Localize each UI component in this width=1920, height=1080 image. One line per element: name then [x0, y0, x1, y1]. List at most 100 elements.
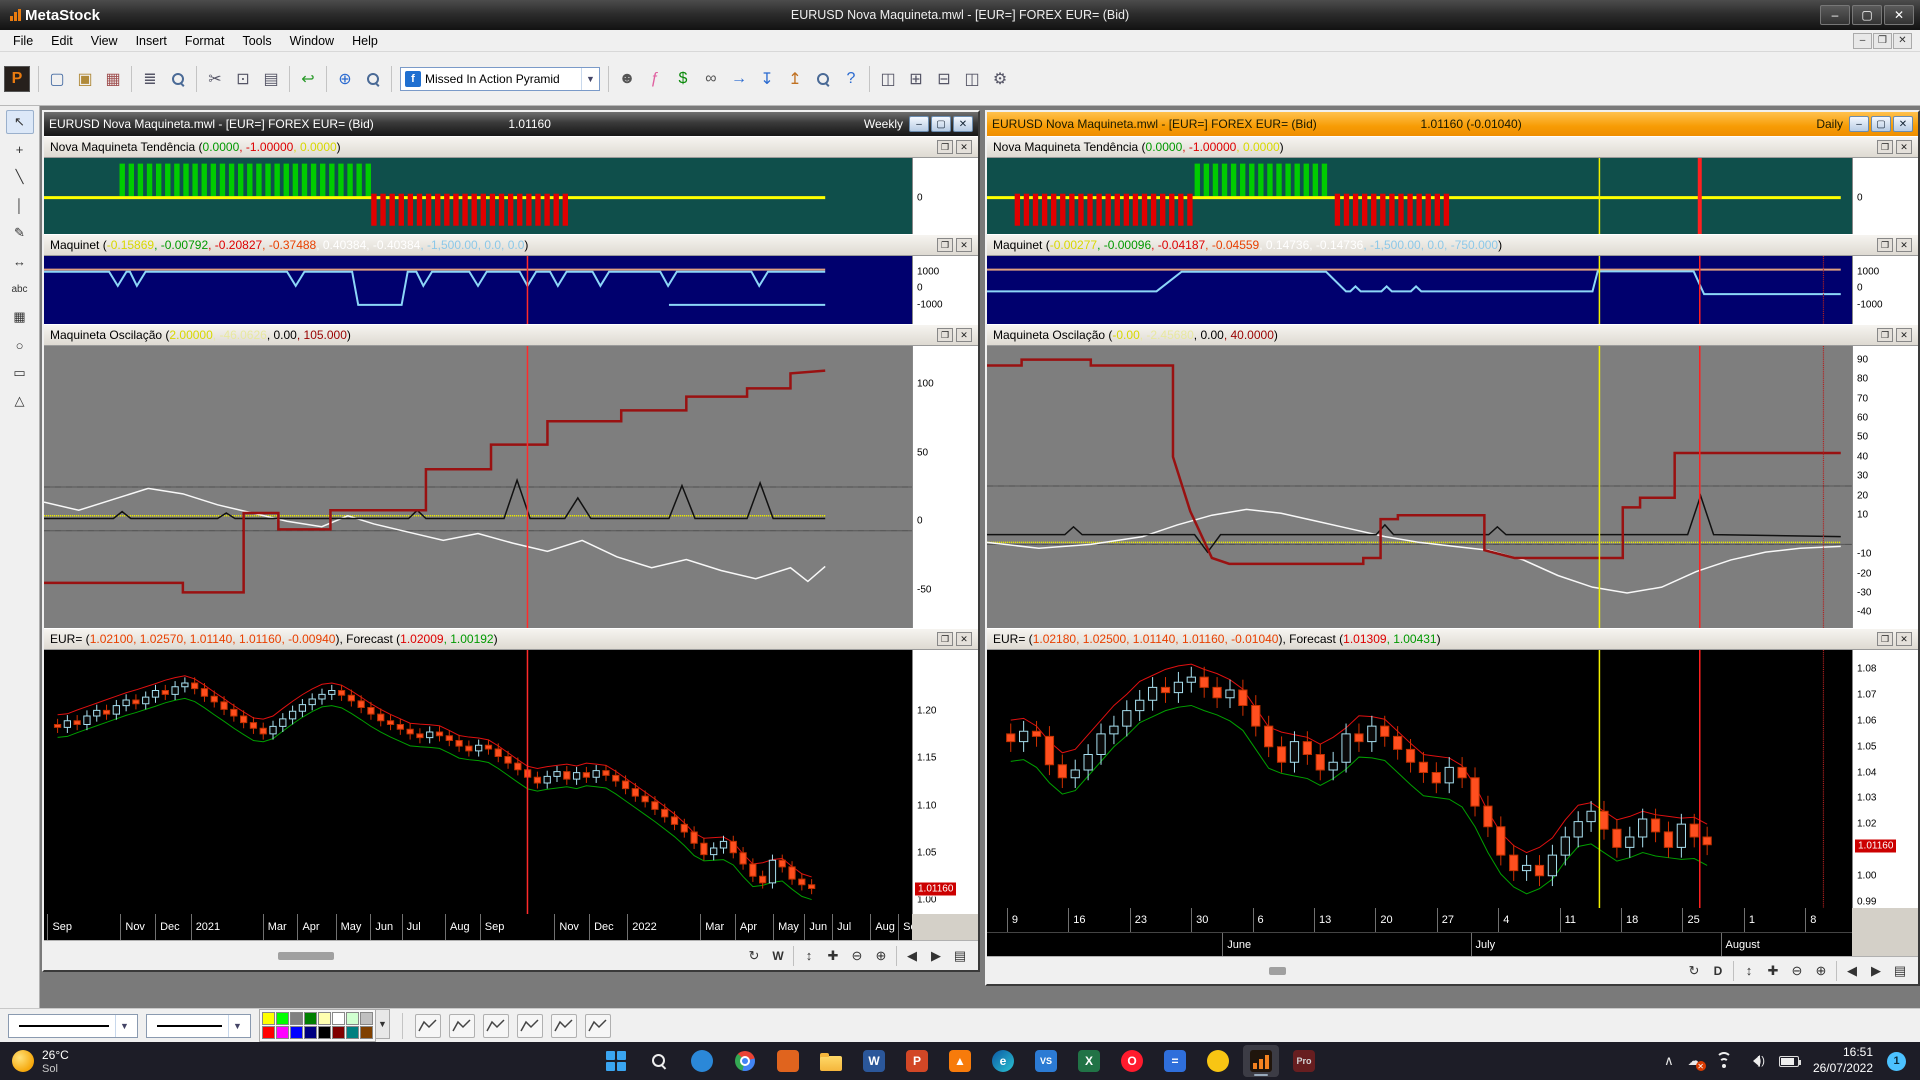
pane-close-button[interactable]: ✕	[1896, 140, 1912, 154]
daily-vertical-scale-button[interactable]: ↕	[1737, 960, 1761, 982]
tray-clock[interactable]: 16:51 26/07/2022	[1813, 1045, 1873, 1076]
daily-pan-button[interactable]: ✚	[1761, 960, 1785, 982]
expert-advisor-button[interactable]: ∞	[697, 65, 725, 93]
chart-plot[interactable]	[987, 158, 1852, 234]
pattern-3-button[interactable]	[483, 1014, 509, 1038]
pane-header[interactable]: Nova Maquineta Tendência ( 0.0000, -1.00…	[44, 136, 978, 158]
edge-icon[interactable]: e	[985, 1045, 1021, 1077]
indicator-builder-button[interactable]: ƒ	[641, 65, 669, 93]
ellipse-tool[interactable]: ○	[6, 332, 34, 358]
pane-close-button[interactable]: ✕	[956, 632, 972, 646]
weekly-vertical-scale-button[interactable]: ↕	[797, 945, 821, 967]
chart-scrollbar-thumb[interactable]	[1269, 967, 1286, 975]
line-style-select-1[interactable]: ▼	[8, 1014, 138, 1038]
crosshair-pointer-button[interactable]: ⊕	[331, 65, 359, 93]
color-swatch[interactable]	[262, 1026, 275, 1039]
menu-format[interactable]: Format	[176, 32, 234, 50]
tray-chevron-icon[interactable]: ∧	[1664, 1053, 1674, 1069]
chart-canvas[interactable]	[44, 650, 912, 914]
pane-header[interactable]: Maquineta Oscilação ( 2.00000, -46.0626,…	[44, 324, 978, 346]
onedrive-icon[interactable]: ☁✕	[1688, 1053, 1701, 1069]
daily-date-axis[interactable]: 91623306132027411182518	[987, 908, 1852, 932]
chart-scrollbar-thumb[interactable]	[278, 952, 333, 960]
new-chart-button[interactable]: ▢	[43, 65, 71, 93]
print-preview-button[interactable]	[164, 65, 192, 93]
daily-close-button[interactable]: ✕	[1893, 116, 1913, 132]
color-swatch[interactable]	[318, 1026, 331, 1039]
copy-button[interactable]: ⊡	[229, 65, 257, 93]
forward-button[interactable]: →	[725, 65, 753, 93]
chart-canvas[interactable]	[44, 346, 912, 628]
context-help-button[interactable]: ?	[837, 65, 865, 93]
menu-file[interactable]: File	[4, 32, 42, 50]
chevron-down-icon[interactable]: ▼	[115, 1015, 133, 1037]
menu-view[interactable]: View	[82, 32, 127, 50]
maximize-button[interactable]: ▢	[1852, 5, 1882, 25]
color-swatch[interactable]	[332, 1026, 345, 1039]
tile-horizontal-button[interactable]: ⊟	[930, 65, 958, 93]
daily-zoom-out-button[interactable]: ⊖	[1785, 960, 1809, 982]
weekly-scroll-right-button[interactable]: ▶	[924, 945, 948, 967]
system-tester-button[interactable]: $	[669, 65, 697, 93]
excel-icon[interactable]: X	[1071, 1045, 1107, 1077]
pattern-1-button[interactable]	[415, 1014, 441, 1038]
pane-restore-button[interactable]: ❐	[1877, 328, 1893, 342]
weekly-maximize-button[interactable]: ▢	[931, 116, 951, 132]
calculator-icon[interactable]: =	[1157, 1045, 1193, 1077]
pane-header[interactable]: EUR= ( 1.02100, 1.02570, 1.01140, 1.0116…	[44, 628, 978, 650]
search-button[interactable]	[641, 1045, 677, 1077]
chart-canvas[interactable]	[987, 346, 1852, 628]
daily-periodicity-button[interactable]: D	[1706, 960, 1730, 982]
weekly-periodicity-button[interactable]: W	[766, 945, 790, 967]
close-button[interactable]: ✕	[1884, 5, 1914, 25]
color-swatch[interactable]	[276, 1026, 289, 1039]
triangle-tool[interactable]: △	[6, 388, 34, 414]
color-swatch[interactable]	[318, 1012, 331, 1025]
weekly-close-button[interactable]: ✕	[953, 116, 973, 132]
menu-insert[interactable]: Insert	[127, 32, 176, 50]
pane-header[interactable]: Maquineta Oscilação ( -0.00, -2.45680, 0…	[987, 324, 1918, 346]
pro-icon[interactable]: Pro	[1286, 1045, 1322, 1077]
chart-scrollbar[interactable]	[50, 951, 742, 961]
color-swatch[interactable]	[332, 1012, 345, 1025]
battery-icon[interactable]	[1779, 1056, 1799, 1067]
chart-canvas[interactable]	[987, 256, 1852, 324]
photos-icon[interactable]	[770, 1045, 806, 1077]
color-swatch[interactable]	[360, 1012, 373, 1025]
rectangle-tool[interactable]: ▭	[6, 360, 34, 386]
pane-restore-button[interactable]: ❐	[1877, 632, 1893, 646]
crosshair-tool[interactable]: +	[6, 136, 34, 162]
pane-close-button[interactable]: ✕	[956, 328, 972, 342]
daily-window-titlebar[interactable]: EURUSD Nova Maquineta.mwl - [EUR=] FOREX…	[987, 112, 1918, 136]
weekly-refresh-button[interactable]: ↻	[742, 945, 766, 967]
color-swatch[interactable]	[290, 1026, 303, 1039]
chart-plot[interactable]	[987, 346, 1852, 628]
pane-close-button[interactable]: ✕	[1896, 238, 1912, 252]
pattern-6-button[interactable]	[585, 1014, 611, 1038]
chart-canvas[interactable]	[987, 650, 1852, 908]
color-swatch[interactable]	[304, 1012, 317, 1025]
notification-badge[interactable]: 1	[1887, 1052, 1906, 1071]
weekly-data-table-button[interactable]: ▤	[948, 945, 972, 967]
menu-edit[interactable]: Edit	[42, 32, 82, 50]
downloader-button[interactable]: ↧	[753, 65, 781, 93]
save-button[interactable]: ▦	[99, 65, 127, 93]
daily-data-table-button[interactable]: ▤	[1888, 960, 1912, 982]
open-button[interactable]: ▣	[71, 65, 99, 93]
powerpoint-icon[interactable]: P	[899, 1045, 935, 1077]
metastock-icon[interactable]	[1243, 1045, 1279, 1077]
weekly-date-axis[interactable]: SepNovDec2021MarAprMayJunJulAugSepNovDec…	[44, 914, 912, 940]
chart-plot[interactable]	[44, 158, 912, 234]
pane-header[interactable]: EUR= ( 1.02180, 1.02500, 1.01140, 1.0116…	[987, 628, 1918, 650]
pattern-2-button[interactable]	[449, 1014, 475, 1038]
zoom-button[interactable]	[359, 65, 387, 93]
chart-plot[interactable]	[987, 256, 1852, 324]
daily-zoom-in-button[interactable]: ⊕	[1809, 960, 1833, 982]
line-style-select-2[interactable]: ▼	[146, 1014, 251, 1038]
minimize-button[interactable]: –	[1820, 5, 1850, 25]
settings-gear-button[interactable]: ⚙	[986, 65, 1014, 93]
daily-minimize-button[interactable]: –	[1849, 116, 1869, 132]
pane-restore-button[interactable]: ❐	[1877, 140, 1893, 154]
mdi-close-button[interactable]: ✕	[1893, 33, 1912, 49]
explorer-button[interactable]: ☻	[613, 65, 641, 93]
